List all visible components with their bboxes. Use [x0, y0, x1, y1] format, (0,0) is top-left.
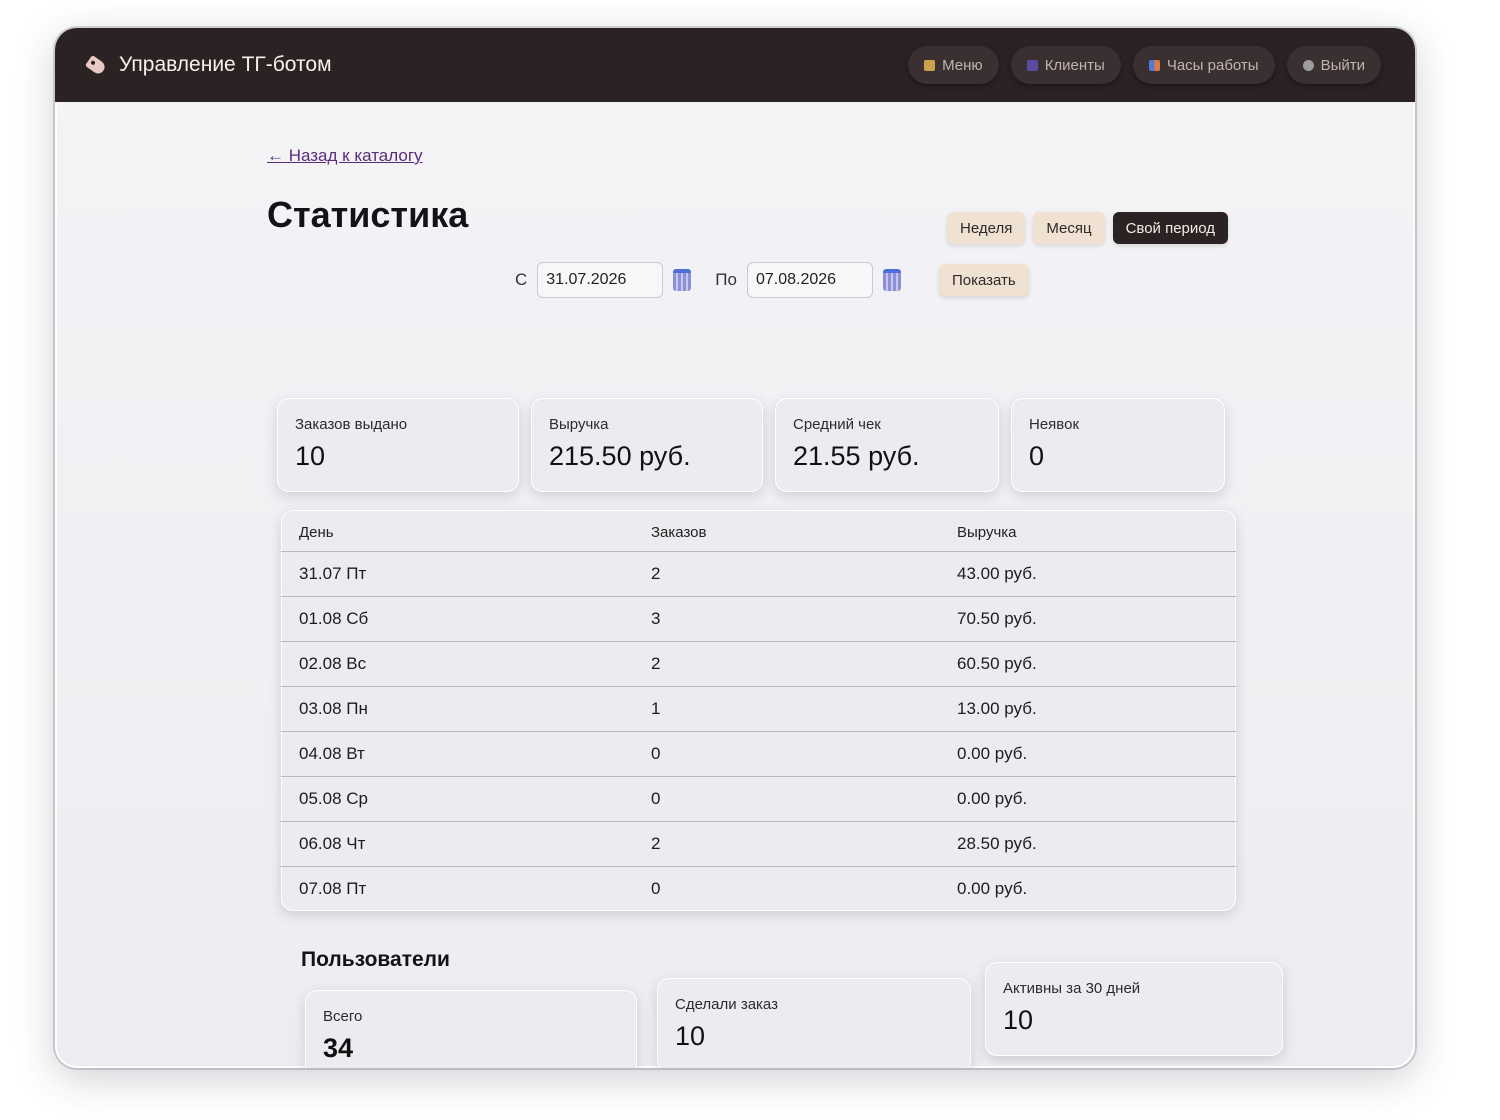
- stat-value: 21.55 руб.: [793, 441, 920, 471]
- table-row: 06.08 Чт 2 28.50 руб.: [281, 821, 1236, 867]
- app-window: Управление ТГ-ботом Меню Клиенты Часы ра…: [55, 28, 1415, 1068]
- nav-clients-label: Клиенты: [1044, 56, 1105, 74]
- date-from-input[interactable]: [537, 262, 664, 298]
- cell-day: 01.08 Сб: [281, 596, 633, 642]
- nav-menu: Меню Клиенты Часы работы Выйти: [908, 46, 1381, 84]
- stat-label: Всего: [323, 1008, 363, 1025]
- cell-revenue: 28.50 руб.: [939, 821, 1236, 867]
- cell-day: 03.08 Пн: [281, 686, 633, 732]
- stat-label: Активны за 30 дней: [1003, 980, 1141, 997]
- cell-orders: 0: [633, 731, 939, 777]
- table-row: 05.08 Ср 0 0.00 руб.: [281, 776, 1236, 822]
- stat-value: 10: [1003, 1005, 1034, 1035]
- show-button[interactable]: Показать: [938, 264, 1029, 296]
- cell-day: 04.08 Вт: [281, 731, 633, 777]
- tag-icon: [84, 54, 108, 76]
- cell-orders: 0: [633, 866, 939, 911]
- stat-value: 215.50 руб.: [549, 441, 691, 471]
- column-header-revenue: Выручка: [957, 524, 1017, 541]
- stat-value: 34: [323, 1033, 354, 1063]
- stat-label: Неявок: [1029, 416, 1080, 433]
- user-card-ordered: Сделали заказ 10: [657, 978, 971, 1068]
- tab-week[interactable]: Неделя: [947, 212, 1026, 244]
- date-to-label: По: [715, 270, 737, 289]
- nav-hours-label: Часы работы: [1166, 56, 1259, 74]
- calendar-icon: [1148, 59, 1160, 71]
- stat-label: Средний чек: [793, 416, 881, 433]
- column-header-orders: Заказов: [651, 524, 707, 541]
- stat-card-revenue: Выручка 215.50 руб.: [531, 398, 763, 492]
- table-header-row: День Заказов Выручка: [281, 510, 1236, 552]
- period-tabs: Неделя Месяц Свой период: [947, 212, 1229, 244]
- cell-revenue: 43.00 руб.: [939, 551, 1236, 597]
- menu-icon: [924, 59, 936, 71]
- nav-menu-label: Меню: [942, 56, 983, 74]
- cell-orders: 3: [633, 596, 939, 642]
- cell-revenue: 70.50 руб.: [939, 596, 1236, 642]
- column-header-day: День: [299, 524, 334, 541]
- table-row: 02.08 Вс 2 60.50 руб.: [281, 641, 1236, 687]
- cell-revenue: 0.00 руб.: [939, 731, 1236, 777]
- stat-value: 10: [295, 441, 326, 471]
- date-from-label: С: [515, 270, 528, 289]
- calendar-icon[interactable]: [882, 269, 901, 291]
- cell-orders: 2: [633, 551, 939, 597]
- table-row: 04.08 Вт 0 0.00 руб.: [281, 731, 1236, 777]
- daily-stats-table: День Заказов Выручка 31.07 Пт 2 43.00 ру…: [281, 510, 1236, 911]
- top-navbar: Управление ТГ-ботом Меню Клиенты Часы ра…: [55, 28, 1415, 102]
- stat-card-avg-check: Средний чек 21.55 руб.: [775, 398, 999, 492]
- nav-logout-label: Выйти: [1320, 56, 1365, 74]
- cell-orders: 2: [633, 821, 939, 867]
- stat-value: 0: [1029, 441, 1045, 471]
- cell-orders: 1: [633, 686, 939, 732]
- user-card-active30: Активны за 30 дней 10: [985, 962, 1283, 1056]
- table-row: 07.08 Пт 0 0.00 руб.: [281, 866, 1236, 911]
- cell-revenue: 0.00 руб.: [939, 776, 1236, 822]
- nav-clients-button[interactable]: Клиенты: [1010, 46, 1121, 84]
- stat-card-orders: Заказов выдано 10: [277, 398, 519, 492]
- stat-label: Выручка: [549, 416, 609, 433]
- stat-label: Заказов выдано: [295, 416, 408, 433]
- users-section-title: Пользователи: [301, 948, 450, 971]
- table-row: 03.08 Пн 1 13.00 руб.: [281, 686, 1236, 732]
- cell-orders: 2: [633, 641, 939, 687]
- stat-value: 10: [675, 1021, 706, 1051]
- cell-day: 05.08 Ср: [281, 776, 633, 822]
- nav-hours-button[interactable]: Часы работы: [1132, 46, 1275, 84]
- cell-day: 06.08 Чт: [281, 821, 633, 867]
- page-title: Статистика: [267, 194, 469, 235]
- table-row: 31.07 Пт 2 43.00 руб.: [281, 551, 1236, 597]
- cell-day: 02.08 Вс: [281, 641, 633, 687]
- cell-day: 31.07 Пт: [281, 551, 633, 597]
- cell-revenue: 60.50 руб.: [939, 641, 1236, 687]
- cell-revenue: 13.00 руб.: [939, 686, 1236, 732]
- table-row: 01.08 Сб 3 70.50 руб.: [281, 596, 1236, 642]
- stat-card-no-shows: Неявок 0: [1011, 398, 1225, 492]
- brand[interactable]: Управление ТГ-ботом: [84, 53, 332, 77]
- calendar-icon[interactable]: [673, 269, 692, 291]
- nav-menu-button[interactable]: Меню: [908, 46, 999, 84]
- exit-icon: [1302, 59, 1314, 71]
- cell-day: 07.08 Пт: [281, 866, 633, 911]
- stat-label: Сделали заказ: [675, 996, 778, 1013]
- clients-icon: [1026, 59, 1038, 71]
- cell-orders: 0: [633, 776, 939, 822]
- date-to-input[interactable]: [746, 262, 873, 298]
- date-range-row: С По Показать: [515, 262, 1029, 298]
- tab-month[interactable]: Месяц: [1033, 212, 1105, 244]
- tab-custom-period[interactable]: Свой период: [1112, 212, 1229, 244]
- user-card-total: Всего 34: [305, 990, 637, 1068]
- nav-logout-button[interactable]: Выйти: [1286, 46, 1381, 84]
- app-title: Управление ТГ-ботом: [119, 53, 332, 76]
- cell-revenue: 0.00 руб.: [939, 866, 1236, 911]
- back-to-catalog-link[interactable]: ← Назад к каталогу: [267, 146, 423, 166]
